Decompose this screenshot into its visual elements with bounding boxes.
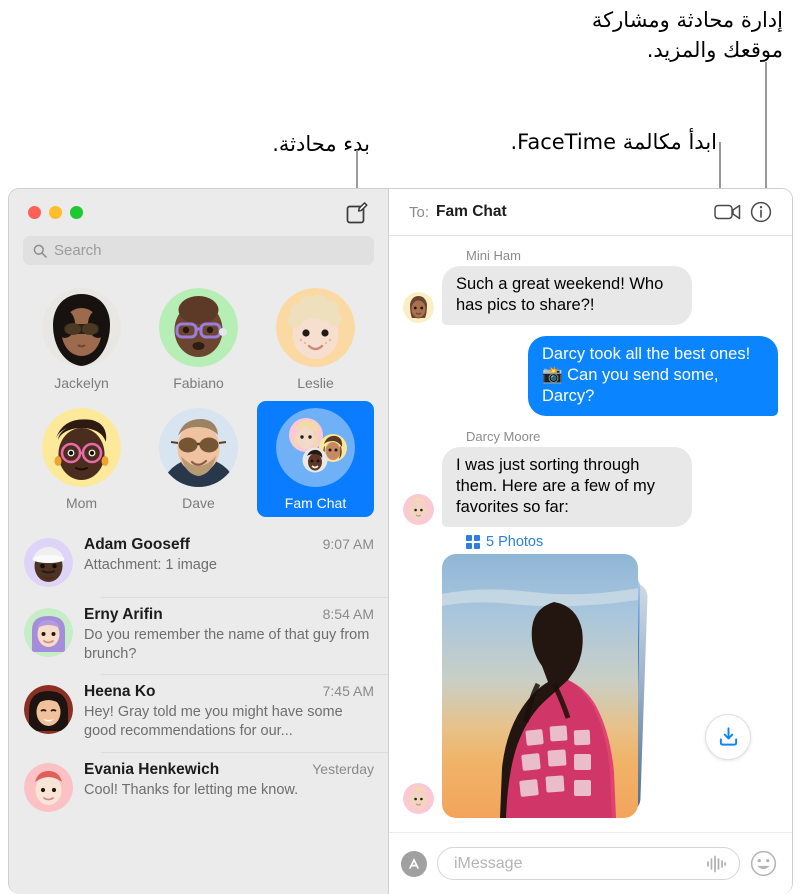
search-container: Search (9, 236, 388, 275)
message-thread: Mini Ham Such a great weekend! Who has p… (389, 236, 792, 832)
pinned-item-label: Jackelyn (54, 375, 109, 391)
zoom-button[interactable] (70, 206, 83, 219)
window-titlebar (9, 189, 388, 236)
search-icon (33, 244, 47, 258)
pinned-item-jackelyn[interactable]: Jackelyn (23, 281, 140, 397)
callout-facetime: ابدأ مكالمة FaceTime. (510, 130, 717, 154)
message-bubble[interactable]: I was just sorting through them. Here ar… (437, 446, 692, 527)
avatar (24, 538, 73, 587)
avatar (276, 288, 355, 367)
avatar (42, 408, 121, 487)
photo-grid-icon (466, 534, 480, 549)
pinned-item-label: Fabiano (173, 375, 224, 391)
avatar (403, 493, 434, 525)
audio-waveform-icon[interactable] (705, 855, 727, 873)
download-icon (719, 727, 737, 746)
video-camera-icon (713, 204, 740, 220)
conversation-time: 8:54 AM (322, 606, 374, 622)
pinned-item-leslie[interactable]: Leslie (257, 281, 374, 397)
conversation-list: Adam Gooseff 9:07 AM Attachment: 1 image (9, 525, 388, 894)
conversation-preview: Attachment: 1 image (84, 557, 217, 573)
conversation-name: Evania Henkewich (84, 760, 220, 778)
conversation-row[interactable]: Erny Arifin 8:54 AM Do you remember the … (9, 597, 388, 674)
search-input[interactable]: Search (23, 236, 374, 265)
conversation-body: Heena Ko 7:45 AM Hey! Gray told me you m… (84, 683, 374, 741)
conversation-time: 9:07 AM (322, 536, 374, 552)
to-label: To: (409, 203, 430, 221)
callout-manage-conversation: إدارة محادثة ومشاركة موقعك والمزيد. (591, 8, 783, 62)
search-placeholder: Search (54, 242, 102, 259)
traffic-lights (28, 206, 83, 219)
attachment-row (403, 553, 778, 820)
avatar (403, 782, 434, 814)
conversation-row[interactable]: Heena Ko 7:45 AM Hey! Gray told me you m… (9, 674, 388, 751)
conversation-preview: Hey! Gray told me you might have some go… (84, 704, 343, 740)
conversation-name: Erny Arifin (84, 606, 163, 623)
recipient-name[interactable]: Fam Chat (436, 203, 507, 221)
avatar (24, 762, 73, 812)
avatar (24, 685, 73, 735)
conversation-row[interactable]: Evania Henkewich Yesterday Cool! Thanks … (9, 751, 388, 822)
conversation-row[interactable]: Adam Gooseff 9:07 AM Attachment: 1 image (9, 527, 388, 597)
conversation-body: Erny Arifin 8:54 AM Do you remember the … (84, 606, 374, 664)
message-row-incoming: I was just sorting through them. Here ar… (403, 446, 778, 527)
emoji-smiley-icon (750, 850, 777, 876)
sidebar: Search Jackelyn Fabiano Leslie Mom Dave … (9, 189, 389, 894)
avatar (159, 288, 238, 367)
conversation-time: 7:45 AM (322, 683, 374, 700)
imessage-apps-button[interactable] (401, 850, 427, 877)
photo-stack[interactable] (442, 553, 648, 820)
message-sender-name: Mini Ham (466, 248, 521, 263)
conversation-preview: Do you remember the name of that guy fro… (84, 627, 370, 663)
compose-new-message-button[interactable] (342, 198, 372, 228)
pinned-item-fabiano[interactable]: Fabiano (140, 281, 257, 397)
avatar (159, 408, 238, 487)
avatar-group (276, 408, 355, 487)
chat-header: To: Fam Chat (389, 189, 792, 236)
photo-thumbnail-front (442, 553, 638, 818)
message-row-incoming: Such a great weekend! Who has pics to sh… (403, 266, 778, 325)
message-row-outgoing: Darcy took all the best ones! 📸 Can you … (403, 335, 783, 416)
pinned-item-label: Leslie (297, 375, 334, 391)
pinned-item-dave[interactable]: Dave (140, 401, 257, 517)
facetime-button[interactable] (710, 197, 744, 227)
messages-window: Search Jackelyn Fabiano Leslie Mom Dave … (8, 188, 793, 894)
conversation-name: Heena Ko (84, 683, 156, 701)
conversation-body: Evania Henkewich Yesterday Cool! Thanks … (84, 761, 374, 812)
chat-pane: To: Fam Chat Mini Ham Such a great weeke… (389, 189, 792, 894)
download-attachment-button[interactable] (705, 713, 751, 760)
close-button[interactable] (28, 206, 41, 219)
avatar (24, 608, 73, 657)
pinned-item-label: Fam Chat (284, 495, 347, 511)
message-input-placeholder: iMessage (454, 854, 523, 872)
pinned-item-label: Mom (65, 495, 98, 511)
message-bubble[interactable]: Darcy took all the best ones! 📸 Can you … (528, 335, 783, 416)
avatar (403, 291, 434, 323)
compose-icon (346, 202, 368, 224)
avatar (42, 288, 121, 367)
message-composer: iMessage (389, 832, 792, 894)
pinned-conversations-grid: Jackelyn Fabiano Leslie Mom Dave Fam Cha… (9, 275, 388, 525)
message-bubble[interactable]: Such a great weekend! Who has pics to sh… (437, 266, 692, 325)
message-input[interactable]: iMessage (437, 847, 740, 880)
pinned-item-label: Dave (182, 495, 215, 511)
pinned-item-mom[interactable]: Mom (23, 401, 140, 517)
photos-attachment-header[interactable]: 5 Photos (466, 534, 778, 550)
message-sender-name: Darcy Moore (466, 428, 541, 444)
conversation-body: Adam Gooseff 9:07 AM Attachment: 1 image (84, 536, 374, 587)
app-store-icon (409, 857, 419, 869)
minimize-button[interactable] (49, 206, 62, 219)
conversation-name: Adam Gooseff (84, 536, 190, 553)
photos-count-label: 5 Photos (486, 533, 544, 550)
pinned-item-fam-chat[interactable]: Fam Chat (257, 401, 374, 517)
conversation-time: Yesterday (312, 760, 374, 777)
conversation-preview: Cool! Thanks for letting me know. (84, 781, 299, 798)
callout-new-conversation: بدء محادثة. (272, 132, 370, 156)
info-circle-icon (750, 201, 772, 223)
emoji-picker-button[interactable] (750, 850, 778, 878)
details-info-button[interactable] (744, 197, 778, 227)
